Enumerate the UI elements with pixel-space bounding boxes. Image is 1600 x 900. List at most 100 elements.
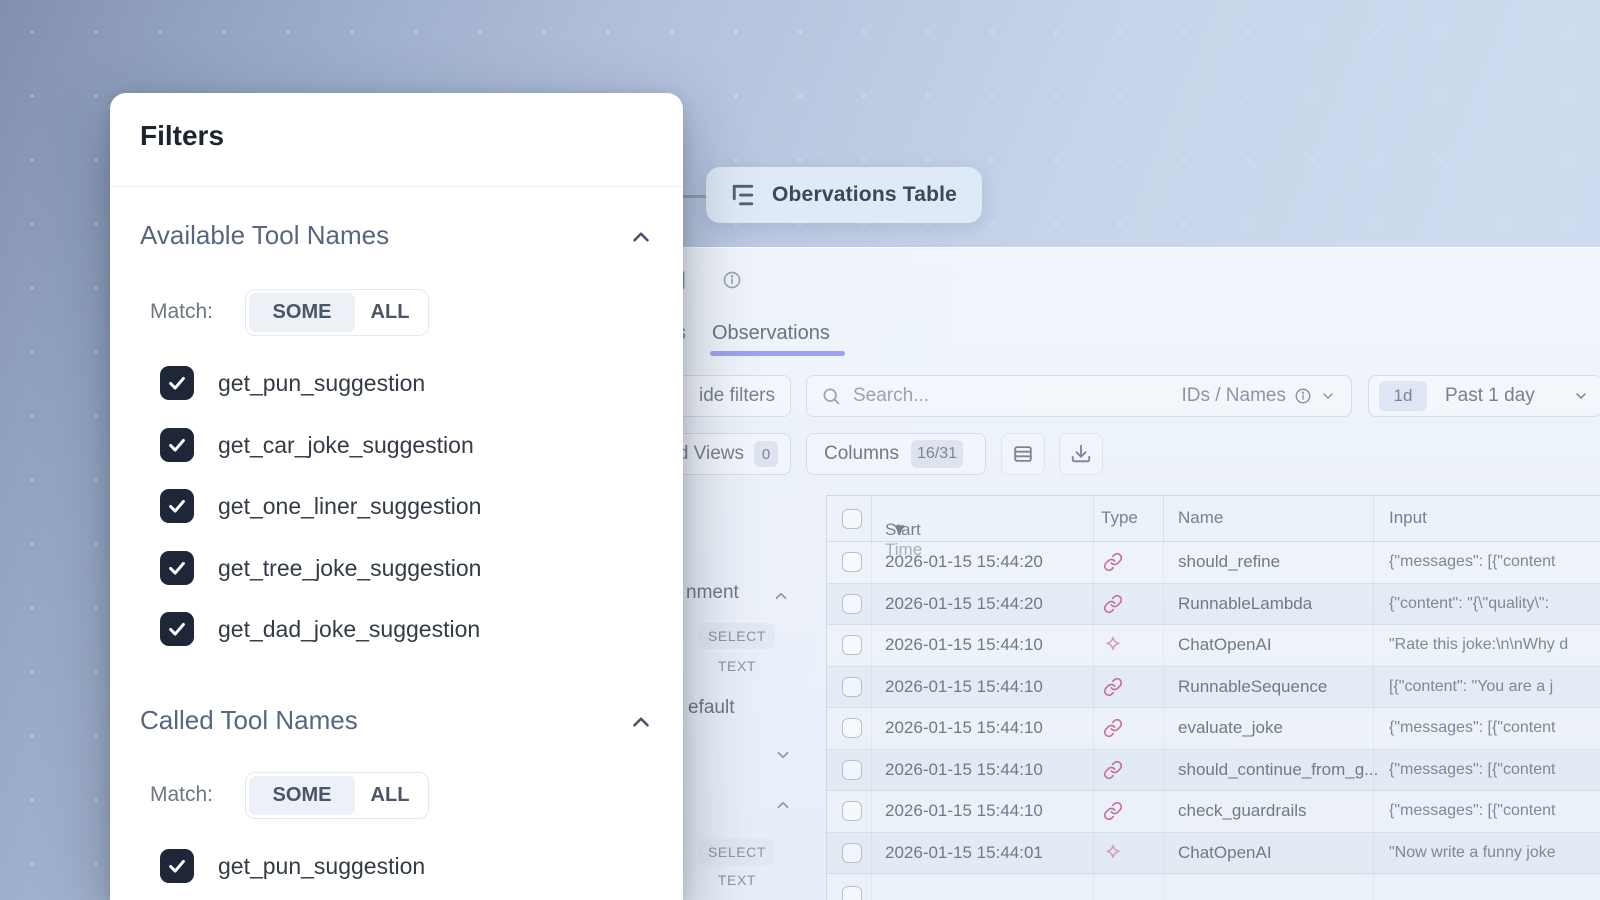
row-checkbox[interactable] — [842, 886, 862, 900]
row-checkbox[interactable] — [842, 801, 862, 821]
cell-input: {"content": "{\"quality\": — [1389, 595, 1600, 613]
row-height-button[interactable] — [1001, 433, 1045, 475]
select-mode-toggle[interactable]: SELECT — [699, 623, 775, 649]
checked-checkbox[interactable] — [160, 551, 194, 585]
search-icon — [821, 386, 841, 406]
cell-start-time: 2026-01-15 15:44:10 — [885, 760, 1043, 780]
cell-start-time: 2026-01-15 15:44:10 — [885, 677, 1043, 697]
saved-views-count-badge: 0 — [754, 441, 778, 467]
info-icon[interactable] — [722, 270, 742, 290]
export-button[interactable] — [1059, 433, 1103, 475]
match-all-option[interactable]: ALL — [355, 293, 425, 332]
chevron-down-icon — [1320, 388, 1336, 404]
header-type[interactable]: Type — [1101, 508, 1138, 528]
match-mode-toggle: SOME ALL — [245, 289, 429, 336]
tool-name-label: get_tree_joke_suggestion — [218, 555, 481, 582]
observations-table: Start Time▼ Type Name Input 2026-01-15 1… — [826, 495, 1600, 900]
tool-option-row[interactable]: get_car_joke_suggestion — [160, 428, 663, 462]
environment-filter-fragment: nment — [686, 582, 739, 604]
link-icon — [1103, 552, 1123, 572]
tool-option-row[interactable]: get_one_liner_suggestion — [160, 489, 663, 523]
match-some-option[interactable]: SOME — [249, 776, 355, 815]
info-icon — [1294, 387, 1312, 405]
table-row[interactable]: 2026-01-15 15:44:20 should_refine {"mess… — [827, 542, 1600, 584]
checked-checkbox[interactable] — [160, 849, 194, 883]
tool-name-label: get_pun_suggestion — [218, 853, 425, 880]
chevron-down-icon[interactable] — [774, 746, 792, 764]
cell-name: evaluate_joke — [1178, 718, 1283, 738]
tool-name-label: get_dad_joke_suggestion — [218, 616, 480, 643]
chevron-up-icon[interactable] — [628, 224, 654, 250]
search-scope-dropdown[interactable]: IDs / Names — [1181, 385, 1336, 407]
match-some-option[interactable]: SOME — [249, 293, 355, 332]
cell-start-time: 2026-01-15 15:44:10 — [885, 801, 1043, 821]
cell-input: {"messages": [{"content — [1389, 802, 1600, 820]
time-range-dropdown[interactable]: 1d Past 1 day — [1368, 375, 1600, 417]
cell-name: RunnableSequence — [1178, 677, 1327, 697]
row-checkbox[interactable] — [842, 552, 862, 572]
row-checkbox[interactable] — [842, 635, 862, 655]
hide-filters-label: ide filters — [699, 385, 775, 407]
link-icon — [1103, 801, 1123, 821]
select-mode-toggle[interactable]: SELECT — [699, 839, 775, 865]
cell-start-time: 2026-01-15 15:44:20 — [885, 594, 1043, 614]
table-row[interactable]: 2026-01-15 15:44:10 should_continue_from… — [827, 750, 1600, 792]
cell-input: {"messages": [{"content — [1389, 553, 1600, 571]
row-checkbox[interactable] — [842, 843, 862, 863]
chevron-up-icon[interactable] — [774, 796, 792, 814]
header-input[interactable]: Input — [1389, 508, 1427, 528]
match-mode-toggle: SOME ALL — [245, 772, 429, 819]
link-icon — [1103, 760, 1123, 780]
link-icon — [1103, 594, 1123, 614]
text-mode-toggle[interactable]: TEXT — [710, 867, 764, 893]
tool-name-label: get_pun_suggestion — [218, 370, 425, 397]
observations-table-pill[interactable]: Obervations Table — [706, 167, 982, 223]
search-placeholder: Search... — [853, 385, 1181, 407]
row-checkbox[interactable] — [842, 677, 862, 697]
row-checkbox[interactable] — [842, 594, 862, 614]
checked-checkbox[interactable] — [160, 366, 194, 400]
tool-option-row[interactable]: get_dad_joke_suggestion — [160, 612, 663, 646]
cell-name: should_refine — [1178, 552, 1280, 572]
cell-start-time: 2026-01-15 15:44:20 — [885, 552, 1043, 572]
link-icon — [1103, 677, 1123, 697]
cell-name: check_guardrails — [1178, 801, 1307, 821]
search-scope-label: IDs / Names — [1181, 385, 1286, 407]
chevron-up-icon[interactable] — [772, 587, 790, 605]
tab-observations[interactable]: Observations — [712, 322, 830, 345]
generation-icon — [1103, 843, 1123, 863]
table-row[interactable]: 2026-01-15 15:44:10 check_guardrails {"m… — [827, 791, 1600, 833]
table-row[interactable]: 2026-01-15 15:44:20 RunnableLambda {"con… — [827, 584, 1600, 626]
cell-input: {"messages": [{"content — [1389, 761, 1600, 779]
cell-input: "Rate this joke:\n\nWhy d — [1389, 636, 1600, 654]
table-row[interactable]: 2026-01-15 15:44:10 RunnableSequence [{"… — [827, 667, 1600, 709]
row-checkbox[interactable] — [842, 760, 862, 780]
table-row[interactable]: 2026-01-15 15:44:10 evaluate_joke {"mess… — [827, 708, 1600, 750]
time-range-badge: 1d — [1379, 381, 1427, 411]
tool-option-row[interactable]: get_pun_suggestion — [160, 366, 663, 400]
cell-name: should_continue_from_g... — [1178, 760, 1378, 780]
table-row[interactable]: 2026-01-15 15:44:01 ChatOpenAI "Now writ… — [827, 833, 1600, 875]
columns-count-badge: 16/31 — [911, 440, 963, 468]
pill-label: Obervations Table — [772, 183, 957, 207]
match-label: Match: — [150, 783, 213, 807]
text-mode-toggle[interactable]: TEXT — [710, 653, 764, 679]
search-input[interactable]: Search... IDs / Names — [806, 375, 1352, 417]
chevron-up-icon[interactable] — [628, 709, 654, 735]
checked-checkbox[interactable] — [160, 489, 194, 523]
time-range-label: Past 1 day — [1445, 385, 1573, 407]
match-all-option[interactable]: ALL — [355, 776, 425, 815]
tool-option-row[interactable]: get_tree_joke_suggestion — [160, 551, 663, 585]
checked-checkbox[interactable] — [160, 428, 194, 462]
table-row[interactable]: 2026-01-15 15:44:10 ChatOpenAI "Rate thi… — [827, 625, 1600, 667]
table-row-partial — [827, 874, 1600, 900]
tool-option-row[interactable]: get_pun_suggestion — [160, 849, 663, 883]
select-all-checkbox[interactable] — [842, 509, 862, 529]
row-checkbox[interactable] — [842, 718, 862, 738]
columns-button[interactable]: Columns 16/31 — [806, 433, 986, 475]
cell-input: {"messages": [{"content — [1389, 719, 1600, 737]
filters-panel: Filters Available Tool Names Match: SOME… — [110, 93, 683, 900]
checked-checkbox[interactable] — [160, 612, 194, 646]
divider — [110, 186, 683, 187]
header-name[interactable]: Name — [1178, 508, 1223, 528]
